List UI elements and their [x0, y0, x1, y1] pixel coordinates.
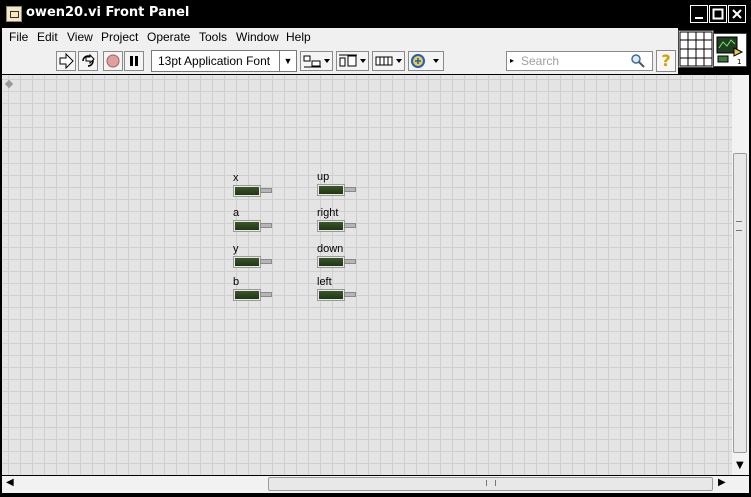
menu-project[interactable]: Project — [101, 30, 138, 44]
help-button[interactable]: ? — [656, 50, 676, 72]
minimize-button[interactable] — [690, 5, 708, 23]
scrollbar-corner — [732, 476, 749, 493]
title-bar: owen20.vi Front Panel — [0, 0, 751, 28]
led-indicator[interactable] — [233, 185, 261, 197]
indicator-tab — [344, 223, 356, 228]
resize-objects-button[interactable] — [372, 51, 405, 71]
led-indicator[interactable] — [233, 220, 261, 232]
led-indicator[interactable] — [317, 289, 345, 301]
toolbar: 13pt Application Font ▼ ▸ ? — [2, 48, 678, 74]
chevron-down-icon: ▼ — [279, 51, 296, 71]
boolean-indicator-right[interactable]: right — [317, 207, 357, 237]
search-input[interactable] — [521, 53, 621, 69]
indicator-tab — [344, 292, 356, 297]
pause-icon — [130, 56, 138, 66]
indicator-tab — [260, 188, 272, 193]
indicator-label: left — [317, 276, 332, 288]
search-icon[interactable] — [630, 53, 646, 69]
horizontal-scrollbar[interactable]: ◀ ▶ — [2, 476, 732, 493]
boolean-indicator-a[interactable]: a — [233, 207, 273, 237]
maximize-button[interactable] — [709, 5, 727, 23]
window-title: owen20.vi Front Panel — [26, 5, 190, 20]
minimize-icon — [695, 17, 703, 19]
led-indicator[interactable] — [317, 220, 345, 232]
abort-icon — [106, 54, 120, 68]
menu-operate[interactable]: Operate — [147, 30, 190, 44]
pause-button[interactable] — [124, 51, 144, 71]
menu-window[interactable]: Window — [236, 30, 279, 44]
reorder-button[interactable] — [408, 51, 444, 71]
distribute-objects-button[interactable] — [336, 51, 369, 71]
menu-help[interactable]: Help — [286, 30, 311, 44]
indicator-tab — [260, 259, 272, 264]
search-scope-icon: ▸ — [510, 56, 515, 65]
led-indicator[interactable] — [233, 289, 261, 301]
indicator-label: y — [233, 243, 239, 255]
maximize-icon — [712, 8, 724, 20]
align-objects-button[interactable] — [300, 51, 333, 71]
vertical-scrollbar[interactable]: ▼ — [732, 75, 749, 475]
help-icon: ? — [661, 51, 671, 70]
close-button[interactable] — [728, 5, 746, 23]
grip-icon — [486, 480, 496, 486]
run-arrow-icon — [59, 52, 74, 70]
indicator-label: down — [317, 243, 344, 255]
distribute-icon — [339, 54, 366, 67]
menu-view[interactable]: View — [67, 30, 93, 44]
boolean-indicator-up[interactable]: up — [317, 171, 357, 201]
boolean-indicator-y[interactable]: y — [233, 243, 273, 273]
vi-window-icon — [6, 6, 22, 22]
menu-edit[interactable]: Edit — [37, 30, 58, 44]
boolean-indicator-x[interactable]: x — [233, 172, 273, 202]
indicator-tab — [344, 259, 356, 264]
indicator-label: a — [233, 207, 240, 219]
indicator-label: right — [317, 207, 339, 219]
indicator-label: x — [233, 172, 239, 184]
vi-icon-graphic: 1 — [716, 36, 744, 66]
indicator-tab — [344, 187, 356, 192]
indicator-label: up — [317, 171, 330, 183]
indicator-tab — [260, 292, 272, 297]
font-selector[interactable]: 13pt Application Font ▼ — [151, 50, 297, 72]
scroll-down-arrow-icon[interactable]: ▼ — [736, 460, 744, 471]
resize-icon — [375, 56, 402, 66]
vertical-scroll-thumb[interactable] — [733, 153, 747, 453]
grip-icon — [736, 221, 742, 231]
close-icon — [732, 9, 742, 19]
indicator-tab — [260, 223, 272, 228]
labview-window: owen20.vi Front Panel File Edit View Pro… — [0, 0, 751, 497]
align-icon — [303, 55, 330, 68]
svg-text:1: 1 — [737, 58, 741, 66]
run-button[interactable] — [56, 51, 76, 71]
search-box[interactable]: ▸ — [506, 51, 653, 71]
run-continuously-button[interactable] — [78, 51, 98, 71]
led-indicator[interactable] — [317, 184, 345, 196]
front-panel-canvas[interactable]: x a y b up right down left — [2, 75, 732, 475]
scroll-left-arrow-icon[interactable]: ◀ — [6, 477, 14, 488]
connector-pane[interactable] — [678, 30, 714, 68]
led-indicator[interactable] — [233, 256, 261, 268]
menu-bar: File Edit View Project Operate Tools Win… — [2, 28, 678, 48]
menu-file[interactable]: File — [9, 30, 28, 44]
indicator-label: b — [233, 276, 240, 288]
boolean-indicator-b[interactable]: b — [233, 276, 273, 306]
vi-icon[interactable]: 1 — [713, 33, 747, 67]
led-indicator[interactable] — [317, 256, 345, 268]
origin-marker — [4, 79, 14, 89]
menu-tools[interactable]: Tools — [199, 30, 227, 44]
scroll-right-arrow-icon[interactable]: ▶ — [718, 477, 726, 488]
connector-pane-icon — [679, 31, 713, 67]
boolean-indicator-down[interactable]: down — [317, 243, 357, 273]
abort-button[interactable] — [103, 51, 123, 71]
boolean-indicator-left[interactable]: left — [317, 276, 357, 306]
font-selector-label: 13pt Application Font — [158, 54, 271, 68]
reorder-icon — [411, 54, 439, 68]
run-continuously-icon — [82, 53, 95, 67]
